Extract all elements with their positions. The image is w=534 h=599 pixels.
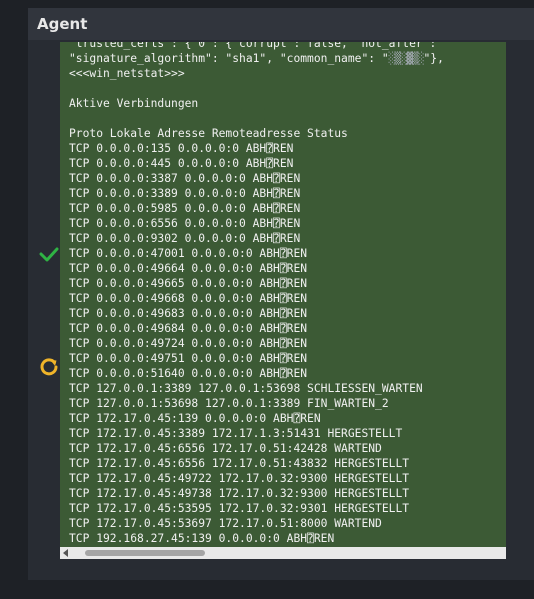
netstat-lines: Proto Lokale Adresse Remoteadresse Statu…: [69, 127, 423, 545]
netstat-row: TCP 0.0.0.0:47001 0.0.0.0:0 ABH⍰REN: [69, 247, 308, 260]
output-line: "trusted_certs": {"0": {"corrupt": false…: [69, 42, 450, 50]
netstat-row: TCP 0.0.0.0:49683 0.0.0.0:0 ABH⍰REN: [69, 307, 308, 320]
command-output[interactable]: "trusted_certs": {"0": {"corrupt": false…: [60, 42, 506, 559]
netstat-row: TCP 0.0.0.0:49684 0.0.0.0:0 ABH⍰REN: [69, 322, 308, 335]
netstat-row: TCP 172.17.0.45:6556 172.17.0.51:42428 W…: [69, 442, 382, 455]
netstat-row: TCP 172.17.0.45:53697 172.17.0.51:8000 W…: [69, 517, 382, 530]
netstat-row: TCP 0.0.0.0:135 0.0.0.0:0 ABH⍰REN: [69, 142, 294, 155]
netstat-row: TCP 172.17.0.45:49722 172.17.0.32:9300 H…: [69, 472, 410, 485]
netstat-row: TCP 0.0.0.0:49668 0.0.0.0:0 ABH⍰REN: [69, 292, 308, 305]
netstat-row: TCP 0.0.0.0:6556 0.0.0.0:0 ABH⍰REN: [69, 217, 301, 230]
netstat-row: TCP 127.0.0.1:3389 127.0.0.1:53698 SCHLI…: [69, 382, 423, 395]
netstat-row: TCP 172.17.0.45:6556 172.17.0.51:43832 H…: [69, 457, 410, 470]
netstat-row: TCP 172.17.0.45:53595 172.17.0.32:9301 H…: [69, 502, 410, 515]
netstat-row: TCP 0.0.0.0:3389 0.0.0.0:0 ABH⍰REN: [69, 187, 301, 200]
netstat-row: TCP 172.17.0.45:139 0.0.0.0:0 ABH⍰REN: [69, 412, 321, 425]
panel-header: Agent: [28, 8, 534, 40]
netstat-row: TCP 172.17.0.45:3389 172.17.1.3:51431 HE…: [69, 427, 403, 440]
netstat-row: TCP 0.0.0.0:9302 0.0.0.0:0 ABH⍰REN: [69, 232, 301, 245]
netstat-row: TCP 0.0.0.0:445 0.0.0.0:0 ABH⍰REN: [69, 157, 294, 170]
netstat-row: TCP 0.0.0.0:49664 0.0.0.0:0 ABH⍰REN: [69, 262, 308, 275]
horizontal-scrollbar[interactable]: [60, 547, 506, 559]
netstat-row: TCP 0.0.0.0:5985 0.0.0.0:0 ABH⍰REN: [69, 202, 301, 215]
netstat-row: TCP 192.168.27.45:139 0.0.0.0:0 ABH⍰REN: [69, 532, 335, 545]
netstat-header-row: Proto Lokale Adresse Remoteadresse Statu…: [69, 127, 348, 140]
netstat-row: TCP 172.17.0.45:49738 172.17.0.32:9300 H…: [69, 487, 410, 500]
output-line: "signature_algorithm": "sha1", "common_n…: [69, 52, 389, 65]
arrow-left-icon[interactable]: [63, 549, 68, 557]
output-text: "trusted_certs": {"0": {"corrupt": false…: [60, 42, 450, 546]
refresh-icon: [38, 356, 60, 378]
netstat-row: TCP 0.0.0.0:51640 0.0.0.0:0 ABH⍰REN: [69, 367, 308, 380]
section-heading: Aktive Verbindungen: [69, 97, 199, 110]
netstat-row: TCP 0.0.0.0:49724 0.0.0.0:0 ABH⍰REN: [69, 337, 308, 350]
netstat-row: TCP 0.0.0.0:3387 0.0.0.0:0 ABH⍰REN: [69, 172, 301, 185]
netstat-row: TCP 127.0.0.1:53698 127.0.0.1:3389 FIN_W…: [69, 397, 389, 410]
netstat-row: TCP 0.0.0.0:49751 0.0.0.0:0 ABH⍰REN: [69, 352, 308, 365]
panel-title: Agent: [37, 15, 88, 33]
output-line: "},: [423, 52, 444, 65]
masked-common-name: ░▒░▓▒░: [388, 52, 425, 65]
netstat-row: TCP 0.0.0.0:49665 0.0.0.0:0 ABH⍰REN: [69, 277, 308, 290]
scrollbar-thumb[interactable]: [85, 550, 205, 556]
check-icon: [38, 243, 60, 265]
section-marker: <<<win_netstat>>>: [69, 67, 185, 80]
